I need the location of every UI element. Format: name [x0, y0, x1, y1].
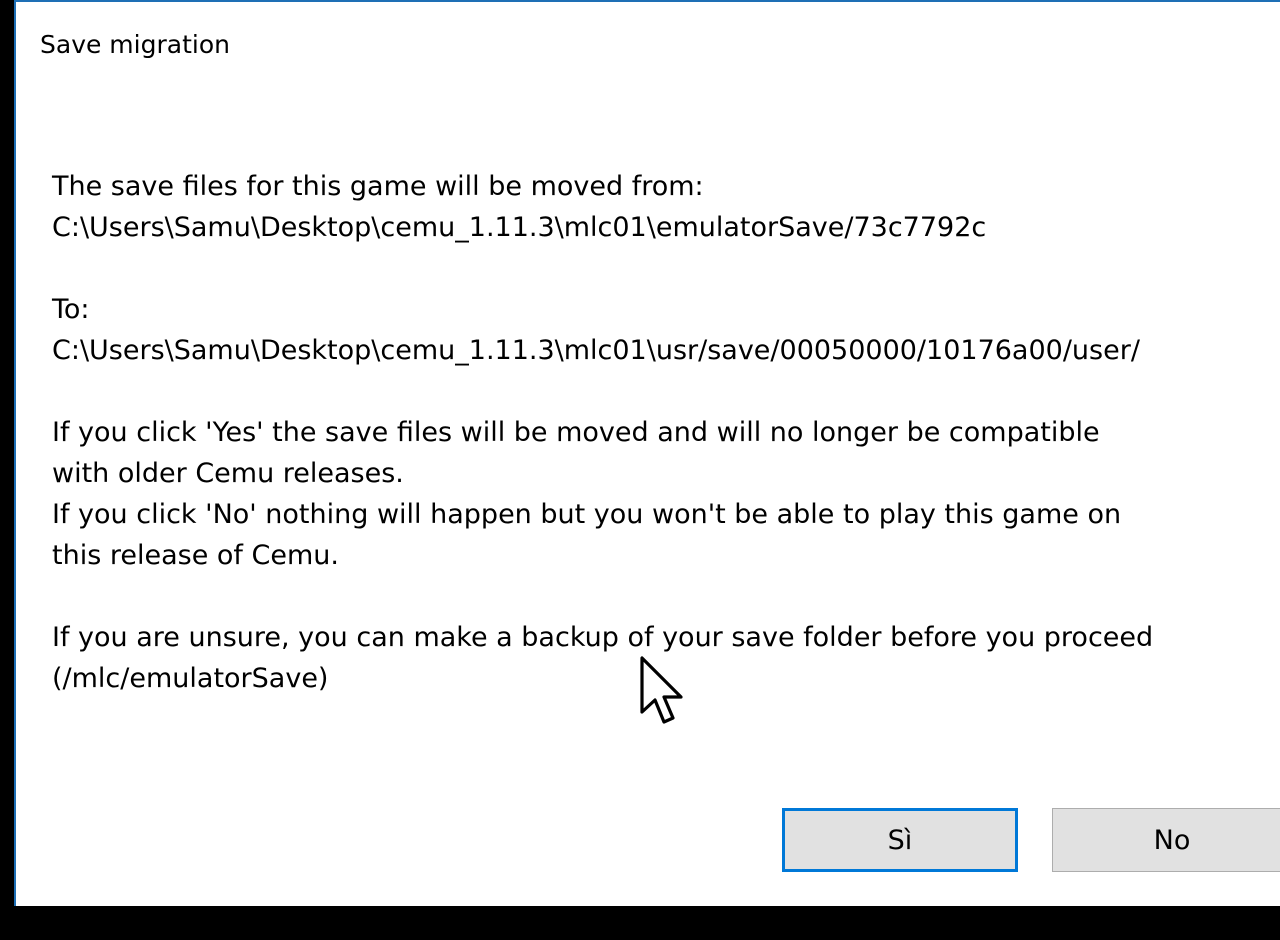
dialog-title: Save migration	[40, 30, 230, 59]
from-label: The save files for this game will be mov…	[52, 171, 704, 202]
no-explanation-line-1: If you click 'No' nothing will happen bu…	[52, 499, 1122, 530]
from-path: C:\Users\Samu\Desktop\cemu_1.11.3\mlc01\…	[52, 212, 987, 243]
unsure-line-1: If you are unsure, you can make a backup…	[52, 622, 1154, 653]
yes-button[interactable]: Sì	[782, 808, 1018, 872]
message-spacer	[52, 371, 1262, 412]
no-button[interactable]: No	[1052, 808, 1280, 872]
yes-explanation-line-1: If you click 'Yes' the save files will b…	[52, 417, 1100, 448]
to-path: C:\Users\Samu\Desktop\cemu_1.11.3\mlc01\…	[52, 335, 1140, 366]
save-migration-dialog: Save migration The save files for this g…	[14, 0, 1280, 906]
dialog-message: The save files for this game will be mov…	[52, 166, 1262, 699]
no-explanation-line-2: this release of Cemu.	[52, 540, 339, 571]
message-spacer	[52, 248, 1262, 289]
message-spacer	[52, 576, 1262, 617]
to-label: To:	[52, 294, 90, 325]
arrow-cursor-icon	[640, 656, 683, 724]
yes-explanation-line-2: with older Cemu releases.	[52, 458, 404, 489]
